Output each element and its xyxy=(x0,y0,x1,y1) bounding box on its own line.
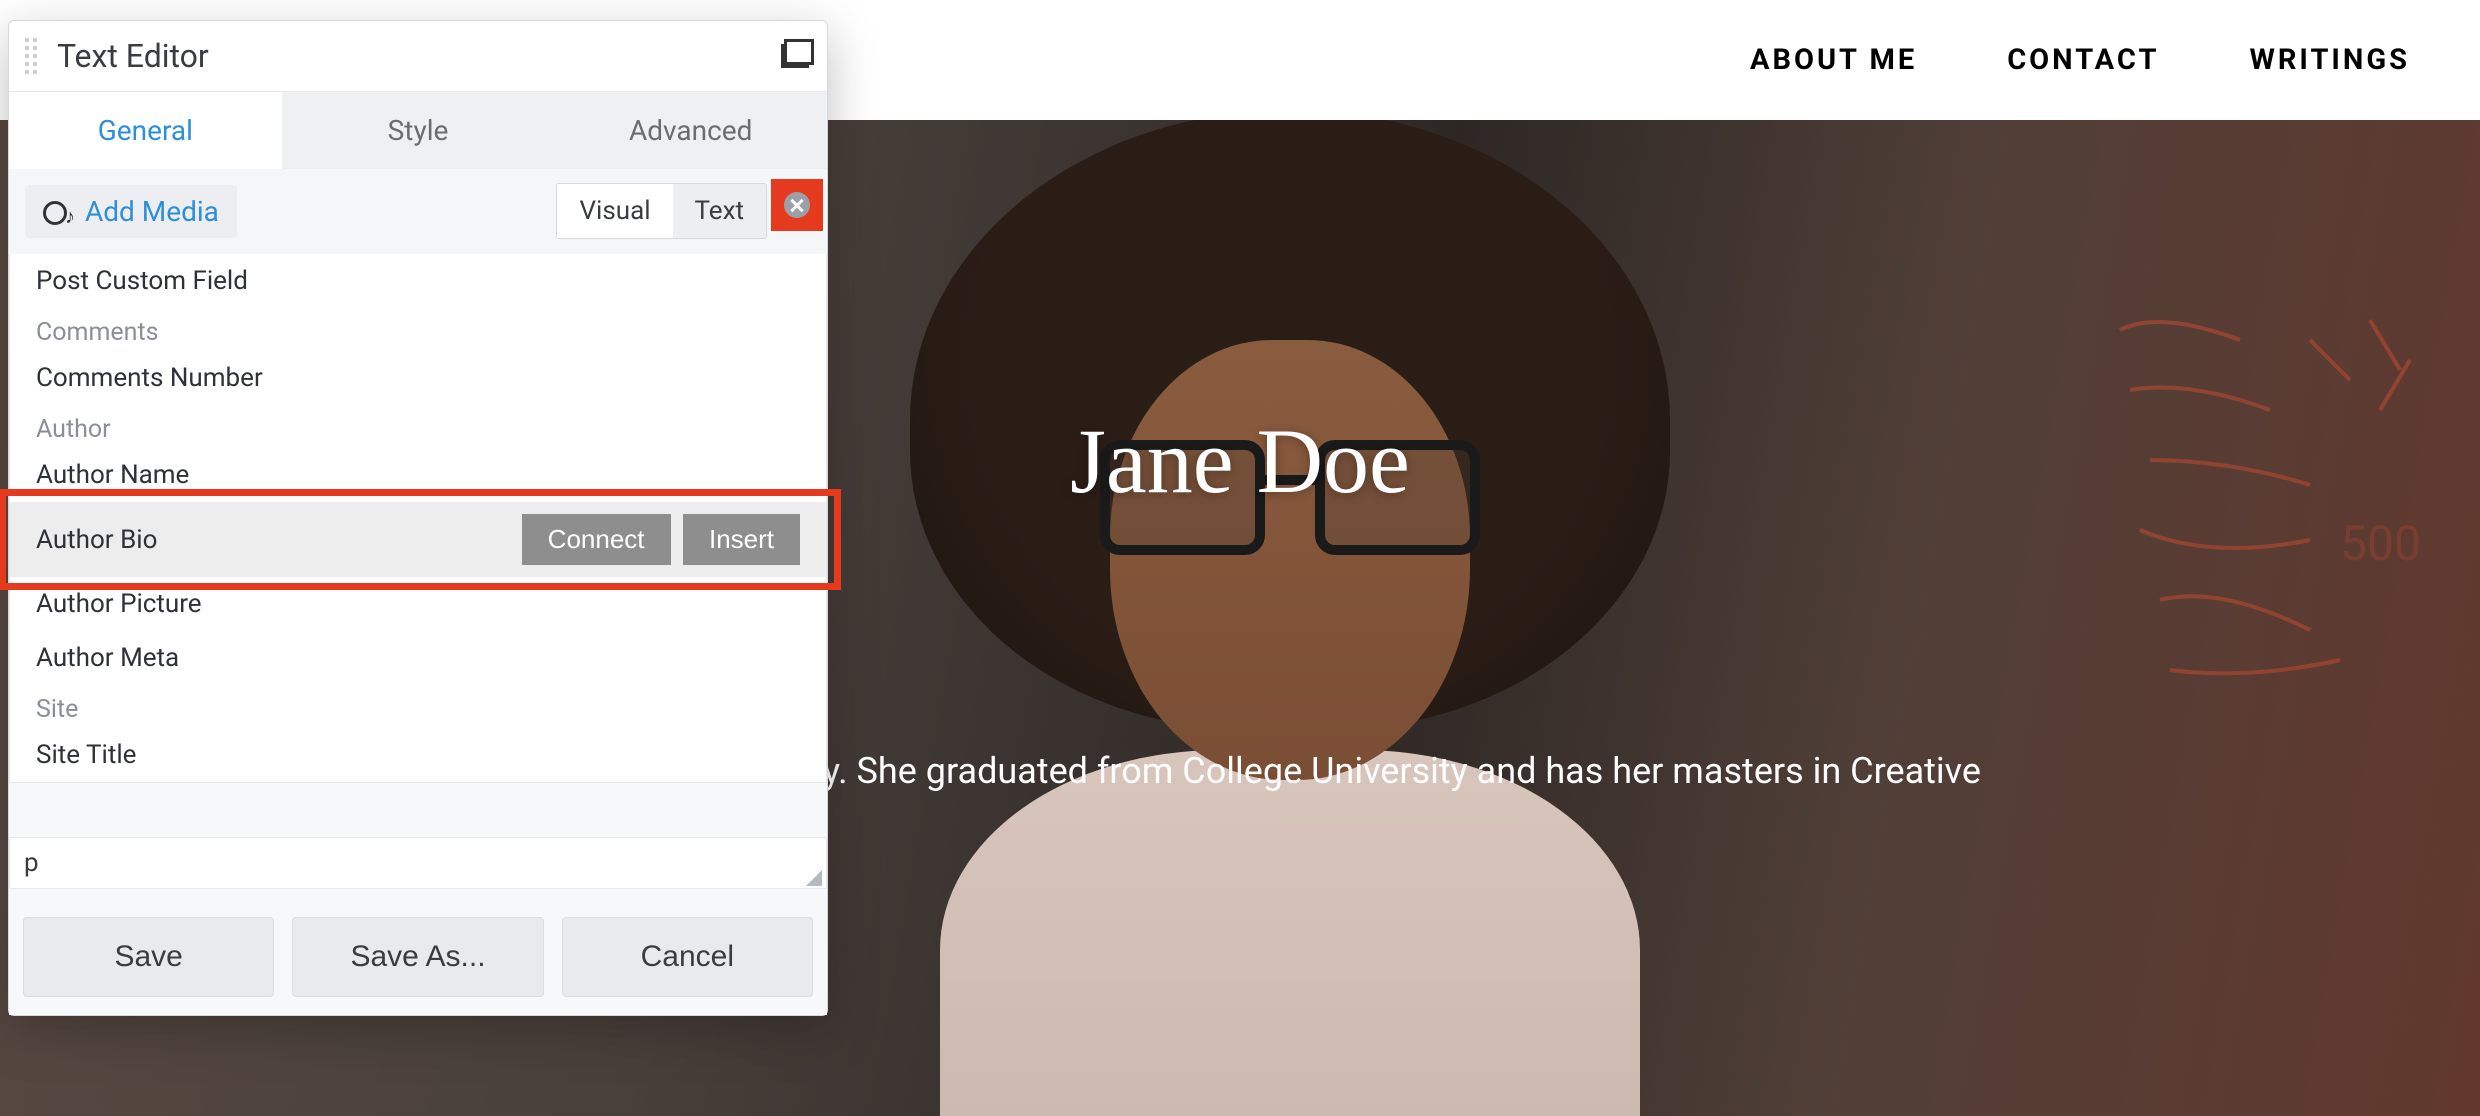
mode-text[interactable]: Text xyxy=(673,184,766,238)
hero-person-illustration xyxy=(840,120,1740,1116)
dd-group-author: Author xyxy=(10,405,826,448)
window-restore-icon[interactable] xyxy=(781,44,809,68)
insert-button[interactable]: Insert xyxy=(683,514,800,565)
connect-button[interactable]: Connect xyxy=(522,514,671,565)
dd-comments-number[interactable]: Comments Number xyxy=(10,351,826,405)
nav-writings[interactable]: WRITINGS xyxy=(2249,43,2410,77)
cancel-button[interactable]: Cancel xyxy=(562,917,813,997)
highlight-dynamic-tags-button xyxy=(771,179,823,231)
dd-author-bio-label: Author Bio xyxy=(36,525,516,555)
resize-grip-icon[interactable] xyxy=(802,866,822,886)
drag-handle-icon[interactable] xyxy=(25,38,37,74)
add-media-label: Add Media xyxy=(85,195,219,228)
dd-row-actions: Connect Insert xyxy=(516,514,800,565)
editor-breadcrumb[interactable]: p xyxy=(9,837,827,889)
tab-advanced[interactable]: Advanced xyxy=(554,92,827,169)
media-icon xyxy=(43,199,73,225)
svg-text:500: 500 xyxy=(2340,515,2421,572)
dd-author-name[interactable]: Author Name xyxy=(10,448,826,502)
add-media-button[interactable]: Add Media xyxy=(25,185,237,238)
dd-group-site: Site xyxy=(10,685,826,728)
dynamic-tags-close-icon[interactable] xyxy=(784,192,810,218)
nav-contact[interactable]: CONTACT xyxy=(2007,43,2159,77)
dd-author-bio[interactable]: Author Bio Connect Insert xyxy=(10,502,826,577)
save-button[interactable]: Save xyxy=(23,917,274,997)
dd-group-comments: Comments xyxy=(10,308,826,351)
breadcrumb-path: p xyxy=(24,848,39,878)
text-editor-panel: Text Editor General Style Advanced Add M… xyxy=(8,20,828,1016)
dynamic-tags-dropdown: Post Custom Field Comments Comments Numb… xyxy=(9,254,827,783)
tab-general[interactable]: General xyxy=(9,92,282,169)
tab-style[interactable]: Style xyxy=(282,92,555,169)
dd-post-custom-field[interactable]: Post Custom Field xyxy=(10,254,826,308)
editor-toolbar: Add Media Visual Text xyxy=(9,169,827,254)
dd-author-meta[interactable]: Author Meta xyxy=(10,631,826,685)
panel-title: Text Editor xyxy=(57,37,781,75)
dd-site-title[interactable]: Site Title xyxy=(10,728,826,782)
panel-tabs: General Style Advanced xyxy=(9,92,827,169)
panel-footer: Save Save As... Cancel xyxy=(9,889,827,1015)
save-as-button[interactable]: Save As... xyxy=(292,917,543,997)
editor-mode-switch: Visual Text xyxy=(556,183,767,239)
panel-header[interactable]: Text Editor xyxy=(9,21,827,92)
nav-about[interactable]: ABOUT ME xyxy=(1750,43,1917,77)
dd-author-picture[interactable]: Author Picture xyxy=(10,577,826,631)
background-scribbles: 500 xyxy=(2110,300,2450,800)
mode-visual[interactable]: Visual xyxy=(557,184,672,238)
